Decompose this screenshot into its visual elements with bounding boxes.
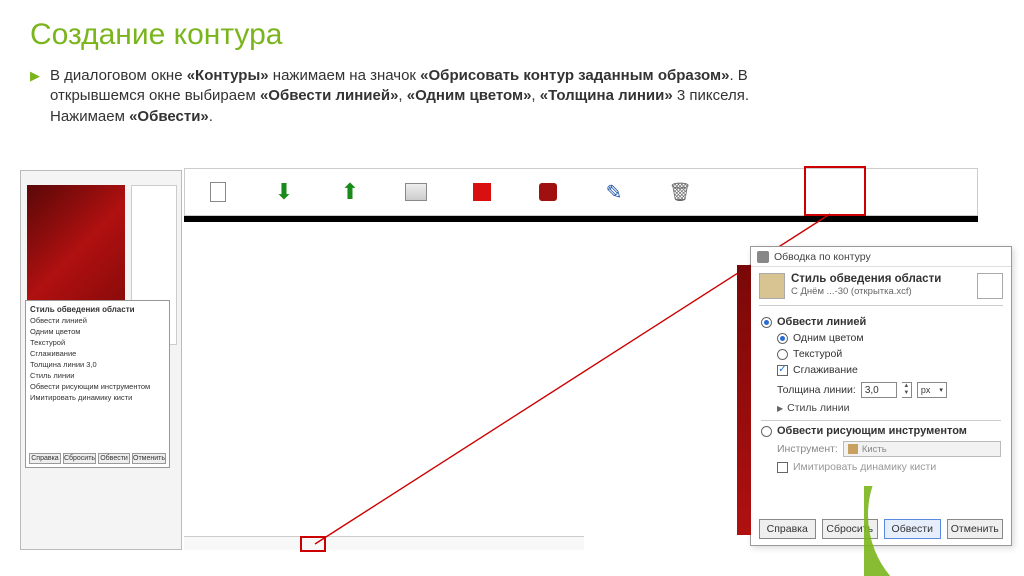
mini-opt-aa: Сглаживание (30, 349, 165, 358)
mini-btn-reset[interactable]: Сбросить (63, 453, 96, 464)
radio-icon (761, 426, 772, 437)
brush-icon (848, 444, 858, 454)
stroke-dialog: Обводка по контуру Стиль обведения облас… (750, 246, 1012, 546)
thickness-spinner[interactable]: ▲▼ (902, 382, 912, 398)
checkbox-icon (777, 462, 788, 473)
reset-button[interactable]: Сбросить (822, 519, 879, 539)
dialog-titlebar[interactable]: Обводка по контуру (751, 247, 1011, 267)
wilber-icon (757, 251, 769, 263)
slide-body: В диалоговом окне «Контуры» нажимаем на … (50, 66, 750, 127)
dialog-header-title: Стиль обведения области (791, 273, 941, 285)
cancel-button[interactable]: Отменить (947, 519, 1004, 539)
taskbar-thumb (184, 536, 584, 550)
opt-pattern[interactable]: Текстурой (777, 348, 1001, 360)
mini-opt-texture: Текстурой (30, 338, 165, 347)
preset-icon[interactable] (977, 273, 1003, 299)
mini-btn-help[interactable]: Справка (29, 453, 61, 464)
thickness-unit[interactable]: px▾ (917, 382, 947, 398)
radio-icon (777, 333, 788, 344)
duplicate-icon[interactable] (403, 179, 429, 205)
dialog-header-sub: С Днём ...-30 (открытка.xcf) (791, 286, 941, 297)
bullet-icon: ▶ (30, 69, 40, 82)
checkbox-icon (777, 365, 788, 376)
thickness-input[interactable]: 3,0 (861, 382, 897, 398)
mini-opt-line: Обвести линией (30, 316, 165, 325)
selection-to-path-icon[interactable] (535, 179, 561, 205)
mini-buttons: Справка Сбросить Обвести Отменить (29, 453, 166, 464)
line-style-expander[interactable]: ▶ Стиль линии (777, 402, 1001, 414)
dialog-window-title: Обводка по контуру (774, 251, 871, 263)
mini-opt-solid: Одним цветом (30, 327, 165, 336)
paint-icon (759, 273, 785, 299)
path-to-selection-icon[interactable] (469, 179, 495, 205)
opt-antialias[interactable]: Сглаживание (777, 364, 1001, 376)
mini-btn-ok[interactable]: Обвести (98, 453, 130, 464)
chevron-right-icon: ▶ (777, 404, 783, 413)
stroke-path-icon[interactable]: ✎ (601, 179, 627, 205)
slide-title: Создание контура (30, 18, 994, 52)
separator-bar (184, 216, 978, 222)
mini-style: Стиль линии (30, 371, 165, 380)
stroke-button[interactable]: Обвести (884, 519, 941, 539)
opt-stroke-line[interactable]: Обвести линией (761, 316, 1001, 328)
thickness-label: Толщина линии: (777, 384, 856, 396)
instrument-label: Инструмент: (777, 443, 838, 455)
radio-icon (777, 349, 788, 360)
opt-dynamics[interactable]: Имитировать динамику кисти (777, 461, 1001, 473)
dialog-bg-strip (737, 265, 751, 535)
mini-btn-cancel[interactable]: Отменить (132, 453, 166, 464)
help-button[interactable]: Справка (759, 519, 816, 539)
instrument-select[interactable]: Кисть (843, 441, 1001, 457)
opt-solid-color[interactable]: Одним цветом (777, 332, 1001, 344)
stroke-dialog-mini: Стиль обведения области Обвести линией О… (25, 300, 170, 468)
mini-title: Стиль обведения области (30, 305, 165, 314)
delete-icon[interactable]: 🗑 (667, 179, 693, 205)
radio-icon (761, 317, 772, 328)
new-path-icon[interactable] (205, 179, 231, 205)
mini-opt-dyn: Имитировать динамику кисти (30, 393, 165, 402)
raise-icon[interactable]: ⬆ (337, 179, 363, 205)
gimp-paths-toolbar: ⬇ ⬆ ✎ 🗑 (184, 168, 978, 216)
mini-opt-tool: Обвести рисующим инструментом (30, 382, 165, 391)
opt-stroke-tool[interactable]: Обвести рисующим инструментом (761, 425, 1001, 437)
mini-thickness: Толщина линии 3,0 (30, 360, 165, 369)
lower-icon[interactable]: ⬇ (271, 179, 297, 205)
